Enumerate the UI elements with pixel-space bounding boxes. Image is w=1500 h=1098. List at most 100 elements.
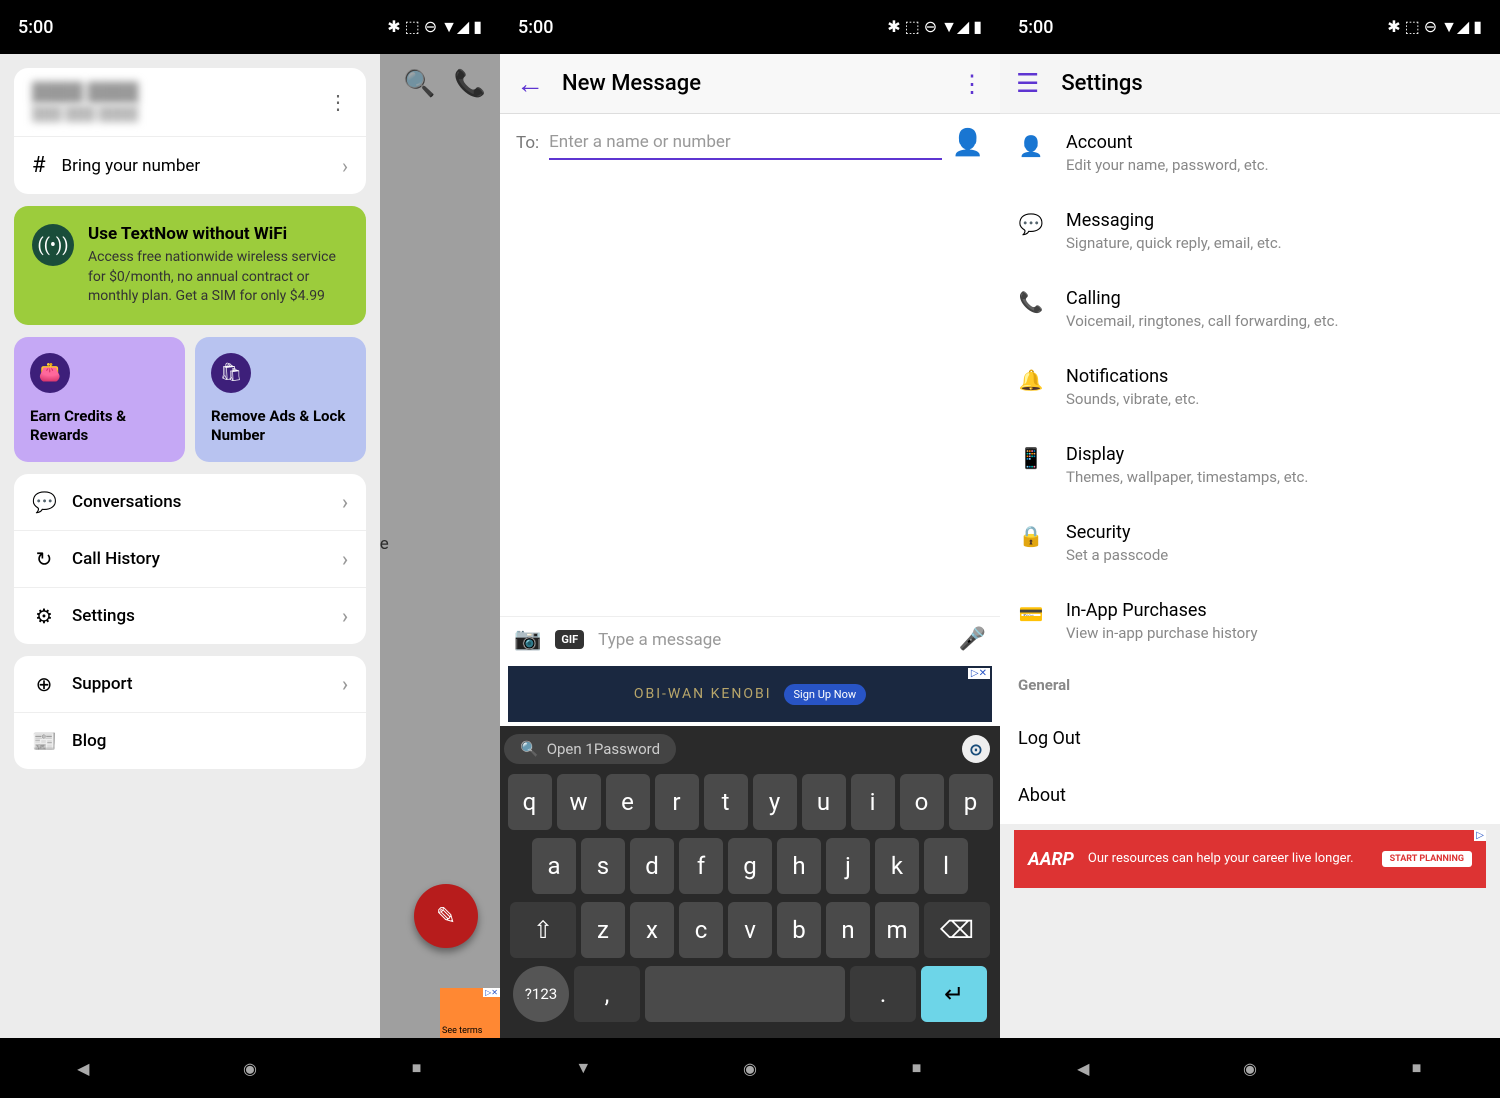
settings-item-security[interactable]: 🔒SecuritySet a passcode (1000, 504, 1500, 582)
hamburger-icon[interactable]: ☰ (1016, 69, 1039, 99)
ad-text: See terms (442, 1026, 482, 1036)
ad-banner-small[interactable]: ▷✕ See terms (440, 988, 500, 1038)
menu-settings[interactable]: ⚙ Settings › (14, 588, 366, 644)
ad-close-icon[interactable]: ▷✕ (968, 668, 990, 679)
earn-credits-tile[interactable]: 👛 Earn Credits & Rewards (14, 337, 185, 462)
key-t[interactable]: t (704, 774, 748, 830)
comma-key[interactable]: , (574, 966, 640, 1022)
to-label: To: (516, 133, 539, 153)
key-i[interactable]: i (851, 774, 895, 830)
remove-ads-tile[interactable]: 🛍 Remove Ads & Lock Number (195, 337, 366, 462)
status-icons: ✱ ⬚ ⊖ ▼◢ ▮ (887, 17, 982, 37)
pencil-icon: ✎ (436, 902, 456, 930)
tile1-label: Earn Credits & Rewards (30, 407, 169, 446)
key-z[interactable]: z (581, 902, 625, 958)
menu-blog[interactable]: 📰 Blog (14, 713, 366, 769)
ad-close-icon[interactable]: ▷ (1474, 830, 1486, 841)
password-suggestion[interactable]: 🔍 Open 1Password (504, 734, 676, 764)
hash-icon: # (32, 153, 46, 178)
wifi-icon: ((•)) (32, 224, 74, 266)
settings-item-messaging[interactable]: 💬MessagingSignature, quick reply, email,… (1000, 192, 1500, 270)
key-j[interactable]: j (826, 838, 870, 894)
profile-row[interactable]: ████ ████ ███ ███ ████ ⋮ (14, 68, 366, 136)
settings-item-account[interactable]: 👤AccountEdit your name, password, etc. (1000, 114, 1500, 192)
key-w[interactable]: w (557, 774, 601, 830)
settings-item-in-app-purchases[interactable]: 💳In-App PurchasesView in-app purchase hi… (1000, 582, 1500, 660)
shift-key[interactable]: ⇧ (510, 902, 576, 958)
ad-brand: OBI-WAN KENOBI (634, 686, 772, 702)
key-g[interactable]: g (728, 838, 772, 894)
key-f[interactable]: f (679, 838, 723, 894)
to-field-row: To: 👤 (500, 114, 1000, 172)
key-s[interactable]: s (581, 838, 625, 894)
key-b[interactable]: b (777, 902, 821, 958)
nav-recent[interactable]: ■ (897, 1048, 937, 1088)
key-o[interactable]: o (900, 774, 944, 830)
backspace-key[interactable]: ⌫ (924, 902, 990, 958)
nav-back[interactable]: ◀ (63, 1048, 103, 1088)
recipient-input[interactable] (549, 126, 941, 160)
compose-fab[interactable]: ✎ (414, 884, 478, 948)
ad-banner[interactable]: AARP Our resources can help your career … (1014, 830, 1486, 888)
promo-card[interactable]: ((•)) Use TextNow without WiFi Access fr… (14, 206, 366, 325)
profile-name: ████ ████ (32, 82, 139, 103)
nav-home[interactable]: ◉ (230, 1048, 270, 1088)
back-arrow-icon[interactable]: ← (516, 67, 544, 100)
key-e[interactable]: e (606, 774, 650, 830)
key-r[interactable]: r (655, 774, 699, 830)
more-icon[interactable]: ⋮ (960, 70, 984, 98)
logout-item[interactable]: Log Out (1000, 710, 1500, 767)
key-p[interactable]: p (949, 774, 993, 830)
settings-item-display[interactable]: 📱DisplayThemes, wallpaper, timestamps, e… (1000, 426, 1500, 504)
ad-cta-button[interactable]: START PLANNING (1382, 851, 1472, 867)
key-x[interactable]: x (630, 902, 674, 958)
numeric-key[interactable]: ?123 (513, 966, 569, 1022)
nav-recent[interactable]: ■ (1397, 1048, 1437, 1088)
key-n[interactable]: n (826, 902, 870, 958)
contact-icon[interactable]: 👤 (952, 128, 984, 158)
ad-banner[interactable]: OBI-WAN KENOBI Sign Up Now ▷✕ (508, 666, 992, 722)
menu-conversations[interactable]: 💬 Conversations › (14, 474, 366, 530)
key-m[interactable]: m (875, 902, 919, 958)
mic-icon[interactable]: 🎤 (959, 627, 986, 652)
screen-content: ← New Message ⋮ To: 👤 📷 GIF Type a messa… (500, 54, 1000, 1038)
item-subtitle: View in-app purchase history (1066, 624, 1258, 642)
ad-cta-button[interactable]: Sign Up Now (784, 684, 867, 705)
enter-key[interactable]: ↵ (921, 966, 987, 1022)
chevron-right-icon: › (342, 604, 348, 628)
item-icon: 💬 (1018, 212, 1044, 236)
settings-item-notifications[interactable]: 🔔NotificationsSounds, vibrate, etc. (1000, 348, 1500, 426)
menu-call-history[interactable]: ↻ Call History › (14, 531, 366, 587)
bring-number-row[interactable]: # Bring your number › (14, 137, 366, 194)
more-icon[interactable]: ⋮ (328, 90, 348, 114)
gif-button[interactable]: GIF (555, 630, 584, 649)
nav-keyboard-hide[interactable]: ▼ (563, 1048, 603, 1088)
key-c[interactable]: c (679, 902, 723, 958)
suggestion-text: Open 1Password (547, 740, 660, 758)
ad-close-icon[interactable]: ▷✕ (483, 988, 500, 997)
key-q[interactable]: q (508, 774, 552, 830)
nav-home[interactable]: ◉ (730, 1048, 770, 1088)
key-d[interactable]: d (630, 838, 674, 894)
nav-home[interactable]: ◉ (1230, 1048, 1270, 1088)
key-h[interactable]: h (777, 838, 821, 894)
key-y[interactable]: y (753, 774, 797, 830)
key-u[interactable]: u (802, 774, 846, 830)
space-key[interactable] (645, 966, 845, 1022)
status-time: 5:00 (18, 17, 53, 38)
key-l[interactable]: l (924, 838, 968, 894)
about-item[interactable]: About (1000, 767, 1500, 824)
settings-item-calling[interactable]: 📞CallingVoicemail, ringtones, call forwa… (1000, 270, 1500, 348)
menu-support[interactable]: ⊕ Support › (14, 656, 366, 712)
nav-back[interactable]: ◀ (1063, 1048, 1103, 1088)
camera-icon[interactable]: 📷 (514, 627, 541, 652)
tiles-row: 👛 Earn Credits & Rewards 🛍 Remove Ads & … (14, 337, 366, 462)
key-a[interactable]: a (532, 838, 576, 894)
nav-recent[interactable]: ■ (397, 1048, 437, 1088)
status-bar: 5:00 ✱ ⬚ ⊖ ▼◢ ▮ (1000, 0, 1500, 54)
onepassword-icon[interactable]: ⊙ (962, 735, 990, 763)
message-input[interactable]: Type a message (598, 630, 944, 650)
key-k[interactable]: k (875, 838, 919, 894)
period-key[interactable]: . (850, 966, 916, 1022)
key-v[interactable]: v (728, 902, 772, 958)
